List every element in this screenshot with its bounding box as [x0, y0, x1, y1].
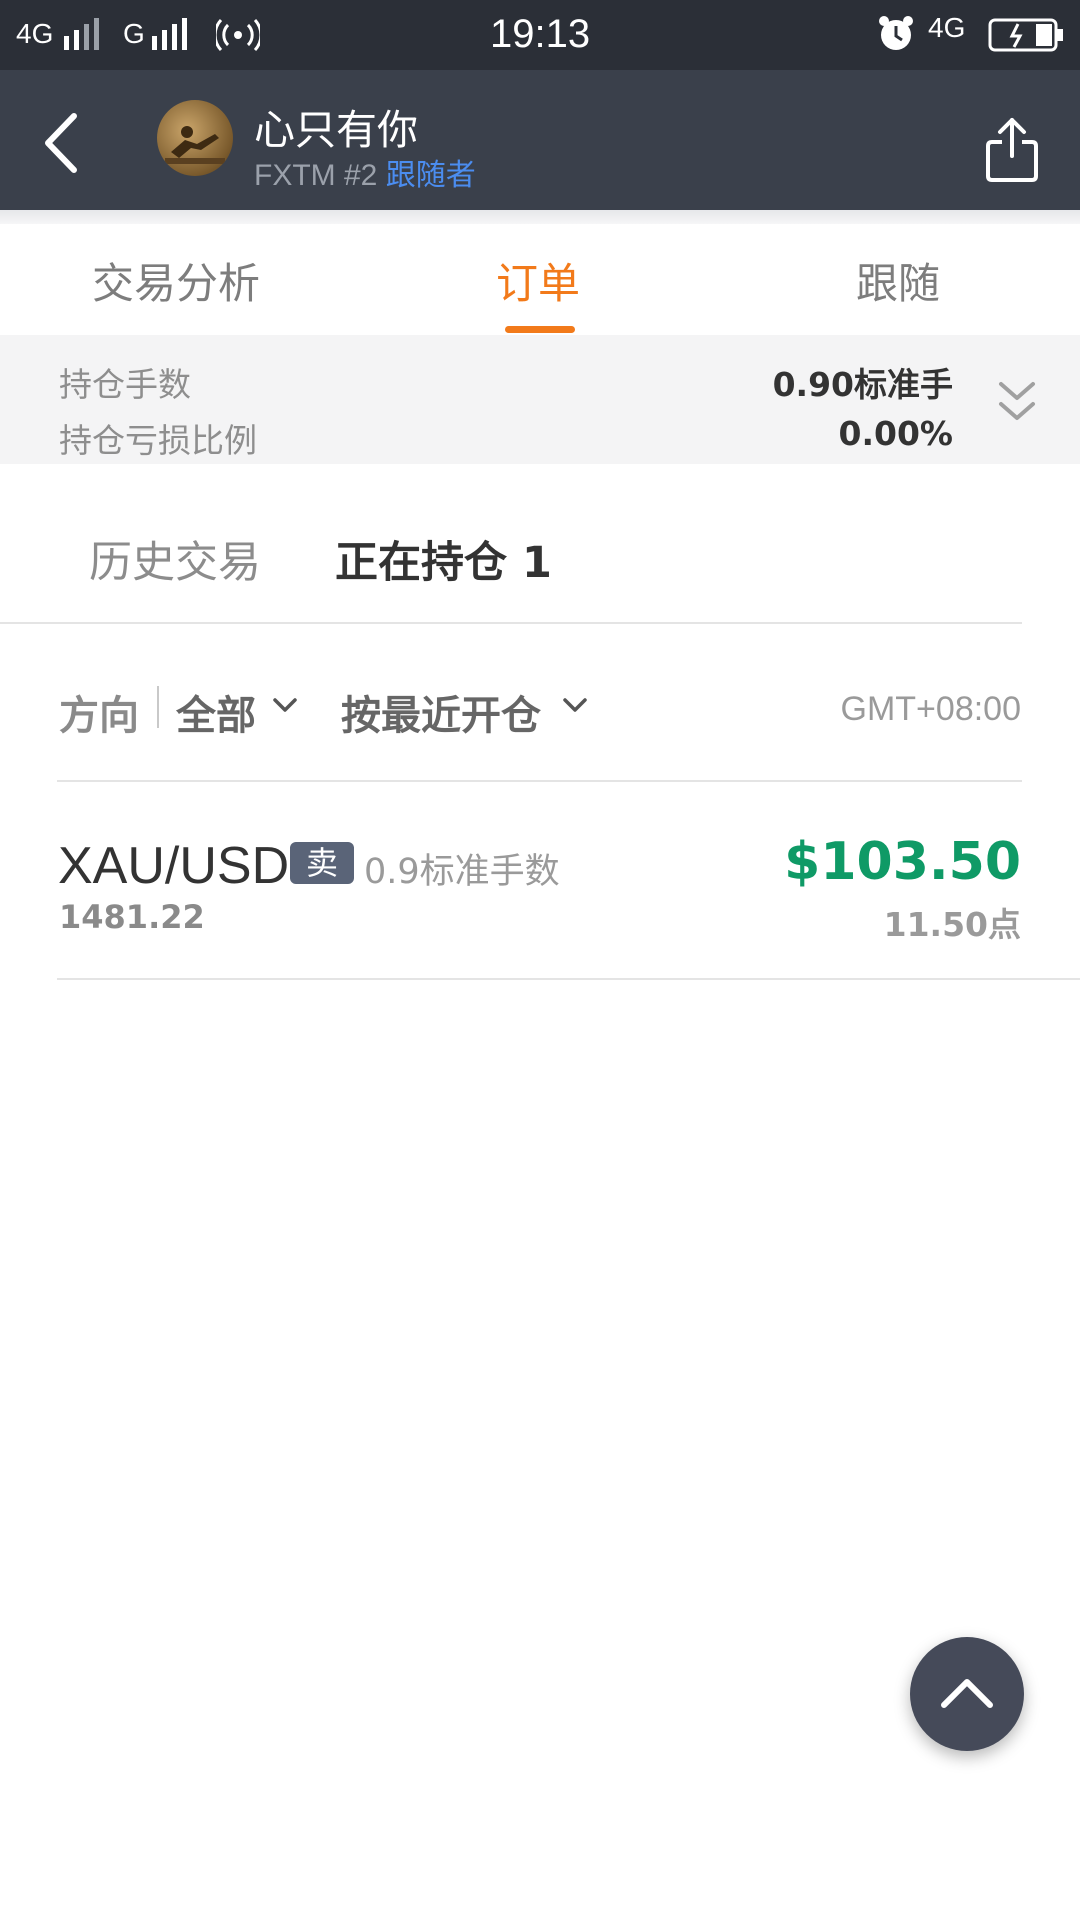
tab-orders[interactable]: 订单	[496, 250, 580, 311]
page-title: 心只有你	[254, 106, 418, 154]
signal-icon-2	[152, 18, 187, 50]
direction-label: 方向	[59, 693, 139, 739]
network-label: 4G	[16, 18, 54, 49]
divider	[57, 978, 1080, 980]
chevron-down-icon[interactable]	[562, 696, 588, 714]
order-symbol: XAU/USD	[58, 837, 290, 895]
direction-filter[interactable]: 全部	[176, 683, 256, 741]
divider	[57, 780, 1022, 782]
filter-separator	[157, 686, 159, 728]
pl-ratio-label: 持仓亏损比例	[59, 421, 257, 460]
profit-points: 11.50点	[883, 905, 1021, 944]
signal-icon	[64, 18, 99, 50]
side-badge: 卖	[290, 842, 354, 884]
subtab-open-positions[interactable]: 正在持仓 1	[335, 528, 552, 590]
timezone-label: GMT+08:00	[840, 690, 1021, 728]
status-bar: 4G G 19:13 4G	[0, 0, 1080, 70]
open-price: 1481.22	[59, 898, 205, 936]
avatar[interactable]	[157, 100, 233, 176]
scroll-top-icon	[941, 1679, 993, 1708]
profit-value: $103.50	[784, 832, 1021, 892]
chevron-down-icon[interactable]	[272, 696, 298, 714]
divider	[0, 622, 1022, 624]
clock-time: 19:13	[490, 12, 591, 56]
lots-value: 0.90标准手	[772, 365, 953, 404]
order-row[interactable]: XAU/USD 卖 0.9标准手数 1481.22 $103.50 11.50点	[0, 784, 1080, 978]
expand-double-chevron-icon[interactable]	[995, 378, 1039, 428]
order-lots: 0.9标准手数	[364, 852, 560, 892]
alarm-icon	[879, 16, 913, 50]
subtab-history[interactable]: 历史交易	[89, 528, 261, 590]
account-number: FXTM #2	[254, 159, 378, 192]
sort-filter[interactable]: 按最近开仓	[341, 683, 541, 741]
role-link[interactable]: 跟随者	[386, 158, 476, 193]
account-subtitle: FXTM #2 跟随者	[254, 150, 476, 194]
active-tab-indicator	[505, 326, 575, 333]
pl-ratio-value: 0.00%	[838, 414, 954, 453]
back-icon[interactable]	[40, 110, 86, 176]
scroll-top-button[interactable]	[910, 1637, 1024, 1751]
network-label-3: 4G	[928, 12, 966, 43]
header-shadow	[0, 210, 1080, 224]
hotspot-icon	[216, 18, 260, 52]
tab-trade-analysis[interactable]: 交易分析	[92, 250, 260, 311]
tab-follow[interactable]: 跟随	[856, 250, 940, 311]
battery-icon	[988, 18, 1063, 52]
share-icon[interactable]	[984, 116, 1040, 184]
network-label-2: G	[123, 18, 145, 49]
lots-label: 持仓手数	[59, 365, 191, 404]
